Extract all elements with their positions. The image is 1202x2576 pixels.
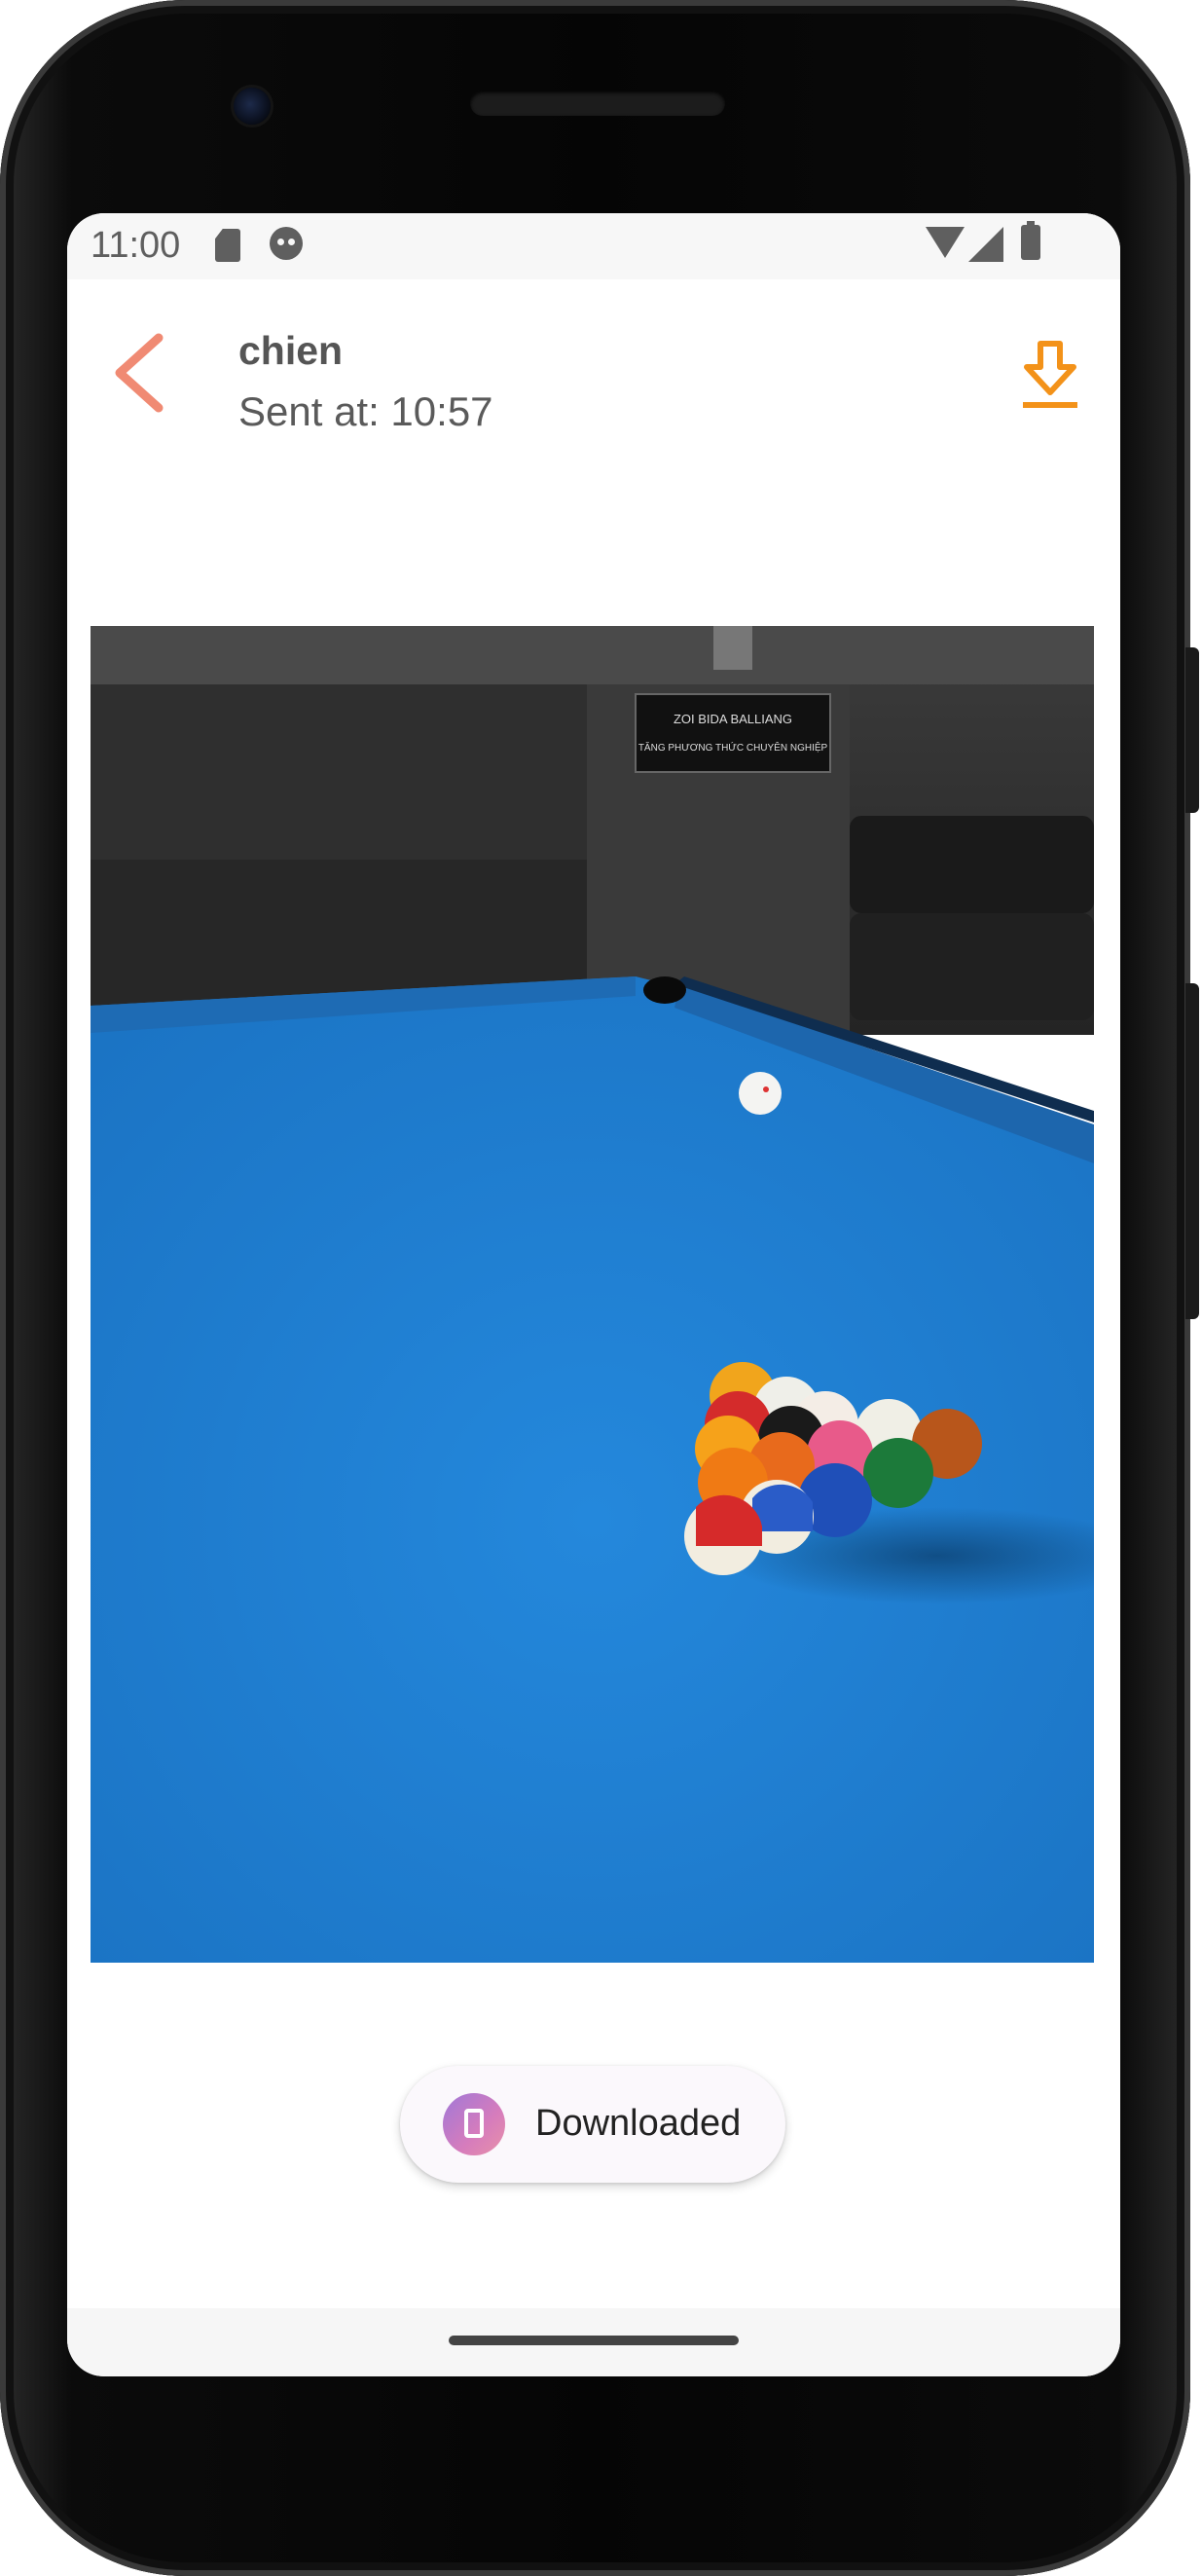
sender-name: chien: [238, 328, 344, 373]
front-camera: [234, 88, 271, 125]
status-time: 11:00: [91, 225, 181, 266]
signal-icon: [968, 227, 1003, 262]
sd-card-icon: [215, 229, 240, 262]
toast-message: Downloaded: [535, 2103, 742, 2144]
wall-sign-line1: ZOI BIDA BALLIANG: [674, 712, 792, 726]
chevron-left-icon: [115, 333, 164, 413]
app-icon: [443, 2093, 505, 2155]
power-button: [1185, 647, 1199, 813]
battery-icon: [1021, 221, 1040, 260]
phone-frame: 11:00 chien Sent at: 10:57 ZOI BIDA BALL…: [0, 0, 1190, 2576]
download-icon: [1023, 341, 1077, 408]
status-bar: 11:00: [67, 213, 1120, 279]
download-toast: Downloaded: [400, 2066, 785, 2183]
wifi-icon: [926, 227, 965, 258]
sent-timestamp: Sent at: 10:57: [238, 388, 493, 434]
pool-table-photo: ZOI BIDA BALLIANG TĂNG PHƯƠNG THỨC CHUYÊ…: [91, 626, 1094, 1963]
wall-sign-line2: TĂNG PHƯƠNG THỨC CHUYÊN NGHIỆP: [638, 741, 828, 754]
volume-buttons: [1185, 983, 1199, 1319]
earpiece-speaker: [470, 91, 725, 116]
back-button[interactable]: [106, 330, 174, 418]
image-attachment[interactable]: ZOI BIDA BALLIANG TĂNG PHƯƠNG THỨC CHUYÊ…: [91, 626, 1094, 1963]
navigation-bar: [67, 2308, 1120, 2376]
home-indicator[interactable]: [449, 2336, 739, 2345]
screen: 11:00 chien Sent at: 10:57 ZOI BIDA BALL…: [67, 213, 1120, 2376]
download-button[interactable]: [1011, 338, 1089, 416]
message-header: chien Sent at: 10:57: [67, 279, 1120, 474]
face-notification-icon: [270, 227, 303, 260]
